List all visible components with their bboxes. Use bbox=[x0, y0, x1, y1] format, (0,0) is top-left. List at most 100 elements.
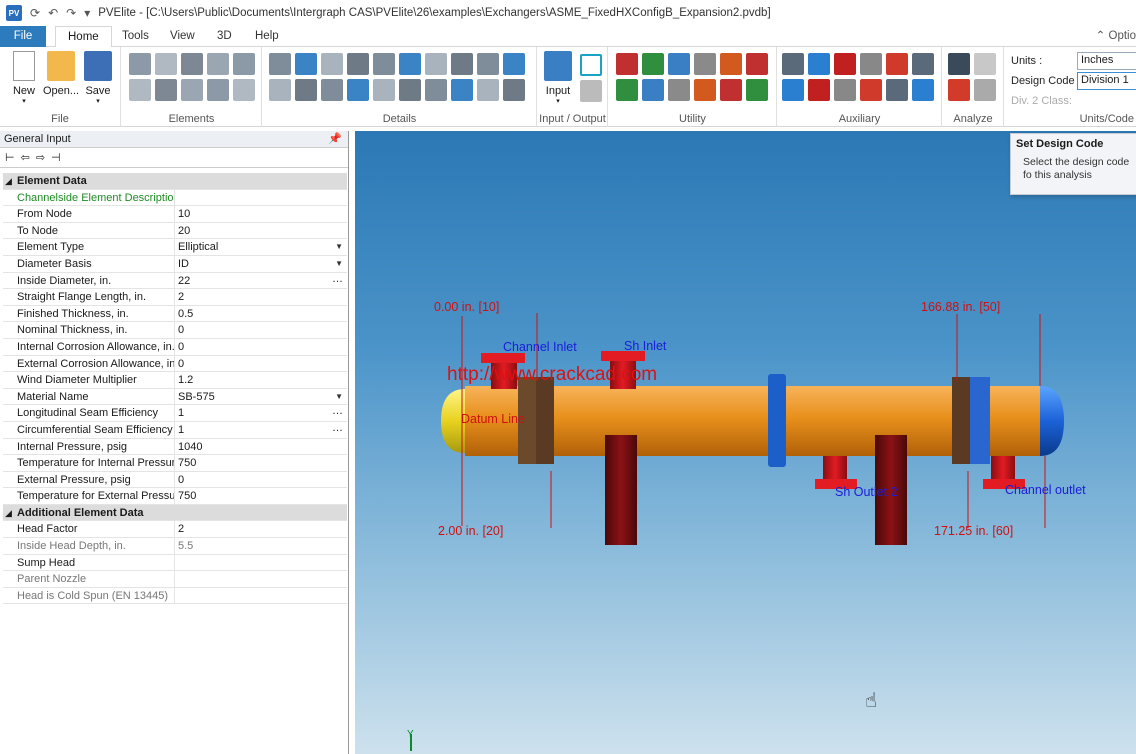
property-value[interactable] bbox=[175, 588, 347, 604]
detail-tool-10-icon[interactable] bbox=[503, 53, 525, 75]
collapse-ribbon-icon[interactable]: ⌃ bbox=[1096, 30, 1106, 42]
auxiliary-tool-9-icon[interactable] bbox=[834, 79, 856, 101]
auxiliary-tool-12-icon[interactable] bbox=[912, 79, 934, 101]
auxiliary-tool-4-icon[interactable] bbox=[860, 53, 882, 75]
sync-icon[interactable]: ⟳ bbox=[30, 6, 40, 20]
element-tool-5-icon[interactable] bbox=[233, 53, 255, 75]
analyze-tool-2-icon[interactable] bbox=[974, 53, 996, 75]
tab-help[interactable]: Help bbox=[243, 26, 291, 47]
detail-tool-5-icon[interactable] bbox=[373, 53, 395, 75]
utility-tool-9-icon[interactable] bbox=[668, 79, 690, 101]
detail-tool-12-icon[interactable] bbox=[295, 79, 317, 101]
utility-tool-2-icon[interactable] bbox=[642, 53, 664, 75]
new-button[interactable]: New ▾ bbox=[6, 51, 42, 105]
auxiliary-tool-6-icon[interactable] bbox=[912, 53, 934, 75]
browse-ellipsis-icon[interactable]: … bbox=[332, 271, 343, 287]
previous-element-icon[interactable]: ⇦ bbox=[21, 151, 30, 164]
detail-tool-9-icon[interactable] bbox=[477, 53, 499, 75]
property-value[interactable]: 1.2 bbox=[175, 372, 347, 388]
analyze-tool-3-icon[interactable] bbox=[948, 79, 970, 101]
utility-tool-6-icon[interactable] bbox=[746, 53, 768, 75]
utility-tool-8-icon[interactable] bbox=[642, 79, 664, 101]
main-shell[interactable] bbox=[554, 386, 770, 456]
element-tool-9-icon[interactable] bbox=[207, 79, 229, 101]
utility-tool-10-icon[interactable] bbox=[694, 79, 716, 101]
utility-tool-5-icon[interactable] bbox=[720, 53, 742, 75]
element-tool-6-icon[interactable] bbox=[129, 79, 151, 101]
browse-ellipsis-icon[interactable]: … bbox=[332, 420, 343, 436]
dropdown-arrow-icon[interactable]: ▼ bbox=[335, 239, 343, 255]
channel-flange-2[interactable] bbox=[536, 377, 554, 464]
auxiliary-tool-8-icon[interactable] bbox=[808, 79, 830, 101]
detail-tool-7-icon[interactable] bbox=[425, 53, 447, 75]
auxiliary-tool-7-icon[interactable] bbox=[782, 79, 804, 101]
property-value[interactable]: 1… bbox=[175, 405, 347, 421]
tab-3d[interactable]: 3D bbox=[205, 26, 244, 47]
detail-tool-1-icon[interactable] bbox=[269, 53, 291, 75]
cc-icon[interactable] bbox=[580, 54, 602, 76]
design-code-select[interactable]: Division 1 bbox=[1077, 72, 1136, 90]
property-category[interactable]: ◢ Additional Element Data bbox=[3, 504, 347, 522]
detail-tool-6-icon[interactable] bbox=[399, 53, 421, 75]
dropdown-arrow-icon[interactable]: ▼ bbox=[335, 256, 343, 272]
detail-tool-20-icon[interactable] bbox=[503, 79, 525, 101]
auxiliary-tool-11-icon[interactable] bbox=[886, 79, 908, 101]
tab-view[interactable]: View bbox=[158, 26, 207, 47]
element-tool-10-icon[interactable] bbox=[233, 79, 255, 101]
next-element-icon[interactable]: ⇨ bbox=[36, 151, 45, 164]
detail-tool-17-icon[interactable] bbox=[425, 79, 447, 101]
channel-inlet-flange[interactable] bbox=[481, 353, 525, 363]
property-value[interactable]: 0.5 bbox=[175, 306, 347, 322]
element-tool-7-icon[interactable] bbox=[155, 79, 177, 101]
sh-outlet-nozzle[interactable] bbox=[823, 456, 847, 481]
utility-tool-7-icon[interactable] bbox=[616, 79, 638, 101]
property-value[interactable]: 5.5 bbox=[175, 538, 347, 554]
property-value[interactable]: 1… bbox=[175, 422, 347, 438]
utility-tool-12-icon[interactable] bbox=[746, 79, 768, 101]
property-value[interactable]: Elliptical ▼ bbox=[175, 239, 347, 255]
analyze-tool-4-icon[interactable] bbox=[974, 79, 996, 101]
auxiliary-tool-1-icon[interactable] bbox=[782, 53, 804, 75]
auxiliary-tool-5-icon[interactable] bbox=[886, 53, 908, 75]
expansion-joint[interactable] bbox=[768, 374, 786, 467]
property-value[interactable]: 750 bbox=[175, 455, 347, 471]
detail-tool-18-icon[interactable] bbox=[451, 79, 473, 101]
edit-icon[interactable] bbox=[580, 80, 602, 102]
utility-tool-4-icon[interactable] bbox=[694, 53, 716, 75]
property-value[interactable]: 0 bbox=[175, 339, 347, 355]
channel-outlet-nozzle[interactable] bbox=[991, 456, 1015, 481]
first-element-icon[interactable]: ⊢ bbox=[5, 151, 15, 164]
support-saddle-left[interactable] bbox=[605, 435, 637, 545]
detail-tool-14-icon[interactable] bbox=[347, 79, 369, 101]
element-tool-3-icon[interactable] bbox=[181, 53, 203, 75]
detail-tool-4-icon[interactable] bbox=[347, 53, 369, 75]
property-value[interactable]: 2 bbox=[175, 289, 347, 305]
detail-tool-2-icon[interactable] bbox=[295, 53, 317, 75]
analyze-tool-1-icon[interactable] bbox=[948, 53, 970, 75]
element-tool-4-icon[interactable] bbox=[207, 53, 229, 75]
open-button[interactable]: Open... bbox=[43, 51, 79, 97]
property-value[interactable]: 2 bbox=[175, 521, 347, 537]
detail-tool-8-icon[interactable] bbox=[451, 53, 473, 75]
input-button[interactable]: Input ▾ bbox=[540, 51, 576, 105]
property-value[interactable]: 20 bbox=[175, 223, 347, 239]
browse-ellipsis-icon[interactable]: … bbox=[332, 403, 343, 419]
detail-tool-3-icon[interactable] bbox=[321, 53, 343, 75]
auxiliary-tool-10-icon[interactable] bbox=[860, 79, 882, 101]
element-tool-1-icon[interactable] bbox=[129, 53, 151, 75]
property-value[interactable]: 750 bbox=[175, 488, 347, 504]
last-element-icon[interactable]: ⊣ bbox=[51, 151, 61, 164]
property-value[interactable] bbox=[175, 571, 347, 587]
property-value[interactable]: 22… bbox=[175, 273, 347, 289]
detail-tool-11-icon[interactable] bbox=[269, 79, 291, 101]
save-button[interactable]: Save ▾ bbox=[80, 51, 116, 105]
rear-channel-shell[interactable] bbox=[990, 386, 1040, 456]
pin-icon[interactable]: 📌 bbox=[328, 131, 342, 147]
property-value[interactable] bbox=[175, 555, 347, 571]
element-tool-2-icon[interactable] bbox=[155, 53, 177, 75]
collapse-arrow-icon[interactable]: ◢ bbox=[5, 505, 17, 521]
property-value[interactable]: 1040 bbox=[175, 439, 347, 455]
property-value[interactable]: ID ▼ bbox=[175, 256, 347, 272]
dropdown-arrow-icon[interactable]: ▼ bbox=[335, 389, 343, 405]
tab-tools[interactable]: Tools bbox=[110, 26, 161, 47]
